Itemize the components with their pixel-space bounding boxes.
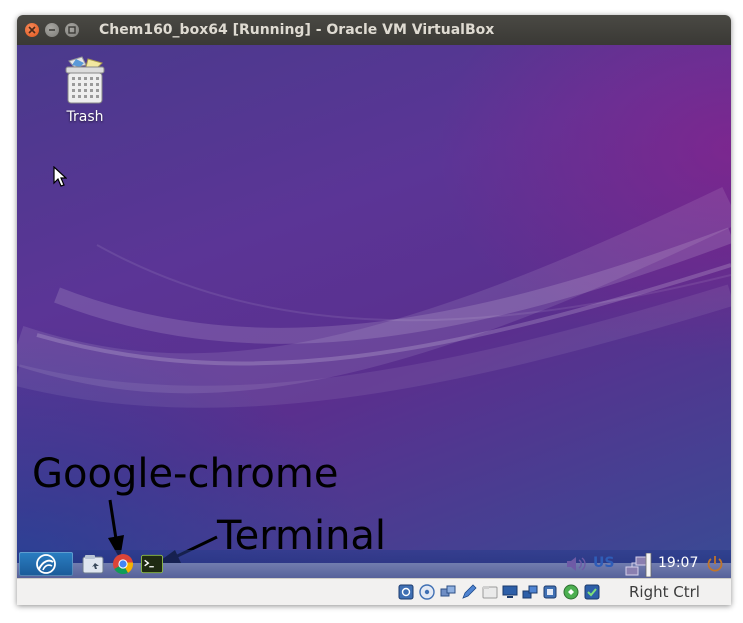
shared-folder-icon[interactable] [482, 584, 498, 600]
title-bar[interactable]: Chem160_box64 [Running] - Oracle VM Virt… [17, 15, 731, 45]
folder-icon [82, 555, 104, 574]
vbox-status-bar: Right Ctrl [17, 578, 731, 605]
trash-label: Trash [66, 109, 104, 125]
launcher-terminal[interactable] [141, 554, 163, 574]
virtualbox-window: Chem160_box64 [Running] - Oracle VM Virt… [17, 15, 731, 605]
speaker-icon[interactable] [565, 556, 589, 572]
mouse-integration-icon[interactable] [563, 584, 579, 600]
hard-disk-icon[interactable] [398, 584, 414, 600]
minimize-button[interactable] [45, 23, 59, 37]
chrome-icon [113, 554, 134, 575]
network-icon[interactable] [624, 553, 652, 577]
keyboard-layout-indicator[interactable]: US [593, 555, 614, 571]
close-button[interactable] [25, 23, 39, 37]
network-adapter-icon[interactable] [522, 584, 538, 600]
desktop-icon-trash[interactable]: Trash [51, 55, 119, 125]
taskbar: US 19:07 [17, 550, 731, 578]
launcher-google-chrome[interactable] [112, 554, 134, 575]
cpu-icon[interactable] [542, 584, 558, 600]
annotation-google-chrome: Google-chrome [32, 451, 339, 497]
optical-drive-icon[interactable] [419, 584, 435, 600]
start-menu-button[interactable] [19, 552, 73, 576]
trash-icon [65, 56, 105, 104]
usb-icon[interactable] [440, 584, 456, 600]
window-title: Chem160_box64 [Running] - Oracle VM Virt… [99, 22, 495, 38]
close-icon [28, 26, 36, 34]
host-key-label: Right Ctrl [629, 583, 700, 601]
capture-icon[interactable] [584, 584, 600, 600]
terminal-icon [141, 554, 163, 574]
minimize-icon [49, 29, 55, 31]
maximize-button[interactable] [65, 23, 79, 37]
mouse-cursor-icon [53, 166, 67, 187]
power-icon[interactable] [706, 555, 724, 573]
clock[interactable]: 19:07 [658, 555, 698, 571]
lubuntu-logo-icon [36, 554, 56, 574]
display-icon[interactable] [502, 584, 518, 600]
guest-desktop[interactable]: Trash Google-chrome Terminal [17, 45, 731, 563]
maximize-icon [68, 26, 76, 34]
launcher-file-manager[interactable] [82, 554, 104, 574]
pencil-icon[interactable] [461, 584, 477, 600]
